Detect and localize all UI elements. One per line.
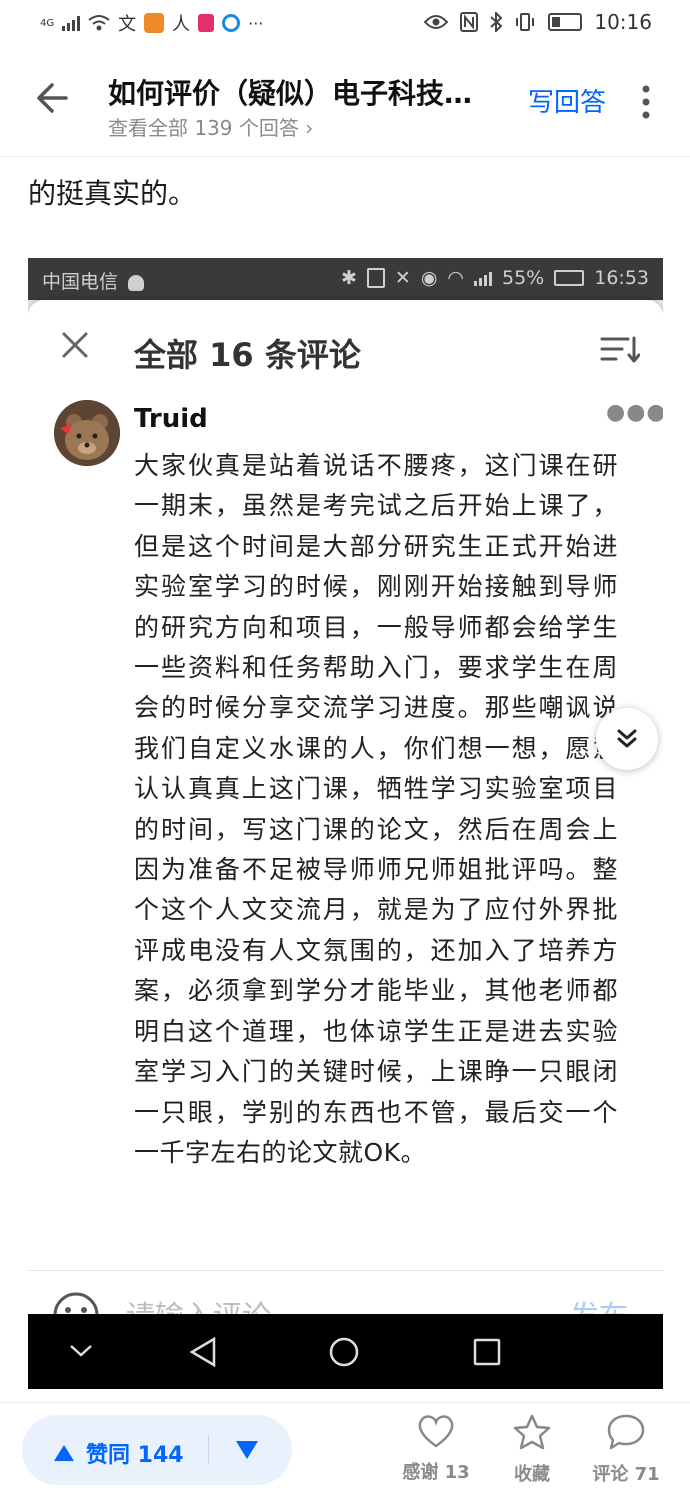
upvote-label: 赞同 144 bbox=[86, 1443, 184, 1468]
inner-carrier: 中国电信 bbox=[42, 271, 119, 293]
comment-author[interactable]: Truid bbox=[134, 404, 208, 434]
inner-mute-icon: ✕ bbox=[394, 267, 411, 289]
bluetooth-icon bbox=[490, 12, 503, 32]
inner-bluetooth-icon: ✱ bbox=[340, 267, 357, 289]
battery-icon bbox=[548, 13, 583, 31]
inner-nfc-icon bbox=[366, 268, 385, 288]
status-bar: 4G ⽂ ⼈ ··· 10:16 bbox=[0, 0, 690, 50]
inner-battery-text: 55% bbox=[502, 267, 545, 289]
collect-button[interactable]: 收藏 bbox=[492, 1413, 572, 1486]
nav-back-icon[interactable] bbox=[188, 1336, 218, 1368]
app-notification-icon bbox=[144, 13, 165, 33]
inner-battery-icon bbox=[554, 270, 585, 286]
android-nav-bar bbox=[28, 1314, 663, 1389]
nav-recents-icon[interactable] bbox=[472, 1337, 502, 1367]
inner-eye-icon: ◉ bbox=[420, 267, 438, 289]
nfc-icon bbox=[460, 12, 479, 32]
comments-sheet: 全部 16 条评论 Truid ●●● 大家伙真是站着说话不腰疼，这门课在研一期… bbox=[28, 300, 663, 1314]
view-all-answers-link[interactable]: 查看全部 139 个回答 › bbox=[108, 112, 313, 141]
app-notification-icon bbox=[198, 14, 215, 32]
bear-avatar-icon bbox=[54, 400, 120, 466]
status-time: 10:16 bbox=[594, 10, 652, 34]
write-answer-button[interactable]: 写回答 bbox=[528, 82, 606, 119]
embedded-screenshot: 中国电信 ✱ ✕ ◉ ◠ 55% 16:53 全部 16 条评论 Truid ●… bbox=[28, 258, 663, 1389]
network-label: 4G bbox=[40, 17, 55, 29]
inner-wifi-icon: ◠ bbox=[447, 267, 464, 289]
back-arrow-icon[interactable] bbox=[32, 78, 72, 118]
more-notifications-icon: ··· bbox=[248, 13, 264, 33]
signal-icon bbox=[62, 15, 81, 31]
answer-paragraph: 的挺真实的。 bbox=[28, 177, 197, 210]
heart-icon bbox=[418, 1415, 454, 1448]
scroll-down-button[interactable] bbox=[596, 708, 658, 770]
question-title[interactable]: 如何评价（疑似）电子科技… bbox=[108, 72, 518, 112]
nav-collapse-icon[interactable] bbox=[68, 1342, 94, 1360]
status-bar-left: 4G ⽂ ⼈ ··· bbox=[40, 10, 263, 36]
comment-text: 大家伙真是站着说话不腰疼，这门课在研一期末，虽然是考完试之后开始上课了，但是这个… bbox=[134, 451, 618, 1167]
inner-notification-icon bbox=[128, 274, 145, 291]
app-header: 如何评价（疑似）电子科技… 查看全部 139 个回答 › 写回答 bbox=[0, 50, 690, 157]
upvote-button[interactable]: 赞同 144 bbox=[52, 1437, 184, 1469]
sort-icon[interactable] bbox=[600, 336, 640, 364]
more-vertical-icon[interactable] bbox=[640, 84, 652, 120]
thanks-button[interactable]: 感谢 13 bbox=[396, 1413, 476, 1484]
app-notification-icon bbox=[222, 14, 241, 32]
comments-label: 评论 71 bbox=[592, 1464, 660, 1485]
eye-icon bbox=[424, 15, 449, 29]
double-chevron-down-icon bbox=[617, 729, 637, 748]
collect-label: 收藏 bbox=[514, 1464, 550, 1485]
comment-more-icon[interactable]: ●●● bbox=[606, 400, 663, 425]
vote-pill: 赞同 144 bbox=[22, 1415, 292, 1485]
vibrate-icon bbox=[516, 13, 535, 31]
inner-signal-icon bbox=[474, 270, 492, 286]
inner-status-right: ✱ ✕ ◉ ◠ 55% 16:53 bbox=[341, 267, 649, 289]
wifi-icon bbox=[88, 15, 110, 31]
status-bar-right: 10:16 bbox=[424, 10, 652, 34]
app-notification-icon: ⼈ bbox=[172, 14, 191, 35]
close-icon[interactable] bbox=[60, 330, 90, 360]
comments-button[interactable]: 评论 71 bbox=[586, 1413, 666, 1486]
vote-separator bbox=[208, 1435, 209, 1465]
app-notification-icon: ⽂ bbox=[118, 14, 137, 35]
comment-bubble-icon bbox=[607, 1414, 645, 1450]
downvote-button[interactable] bbox=[234, 1439, 260, 1461]
inner-status-bar: 中国电信 ✱ ✕ ◉ ◠ 55% 16:53 bbox=[28, 258, 663, 300]
bottom-action-bar: 赞同 144 感谢 13 收藏 评论 71 bbox=[0, 1402, 690, 1496]
triangle-up-icon bbox=[54, 1445, 74, 1461]
thanks-label: 感谢 13 bbox=[402, 1462, 470, 1483]
comments-title: 全部 16 条评论 bbox=[134, 336, 361, 374]
nav-home-icon[interactable] bbox=[328, 1336, 360, 1368]
avatar[interactable] bbox=[54, 400, 120, 466]
inner-time: 16:53 bbox=[594, 267, 649, 289]
star-icon bbox=[513, 1414, 551, 1450]
inner-status-left: 中国电信 bbox=[42, 267, 145, 294]
